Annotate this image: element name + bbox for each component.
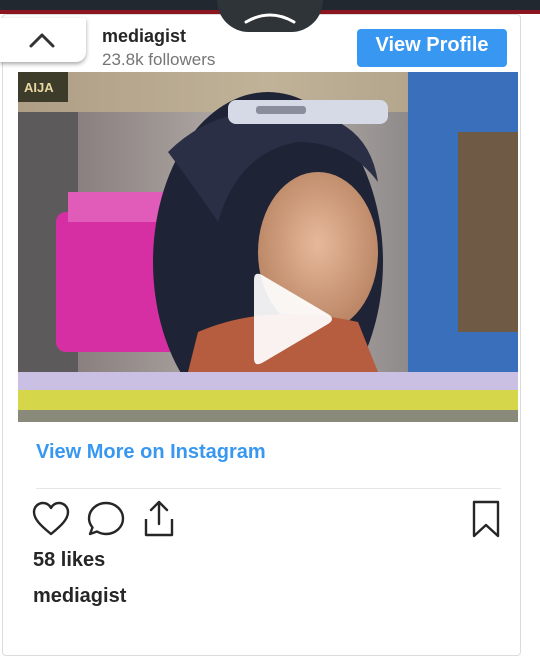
chevron-up-icon xyxy=(29,33,55,48)
bookmark-icon[interactable] xyxy=(470,499,502,539)
video-player[interactable]: AIJA xyxy=(18,72,518,422)
view-profile-button[interactable]: View Profile xyxy=(357,29,507,67)
post-author[interactable]: mediagist xyxy=(33,585,126,608)
chevron-up-icon xyxy=(244,13,296,24)
username[interactable]: mediagist xyxy=(102,26,186,47)
like-count[interactable]: 58 likes xyxy=(33,549,105,572)
follower-count: 23.8k followers xyxy=(102,50,216,69)
view-more-link[interactable]: View More on Instagram xyxy=(36,441,266,464)
collapse-button[interactable] xyxy=(0,18,86,62)
comment-icon[interactable] xyxy=(87,501,125,537)
play-icon[interactable] xyxy=(248,267,348,372)
divider xyxy=(36,488,501,489)
pull-tab[interactable] xyxy=(217,0,323,32)
share-icon[interactable] xyxy=(142,499,176,539)
svg-text:AIJA: AIJA xyxy=(24,80,54,95)
heart-icon[interactable] xyxy=(32,501,70,537)
